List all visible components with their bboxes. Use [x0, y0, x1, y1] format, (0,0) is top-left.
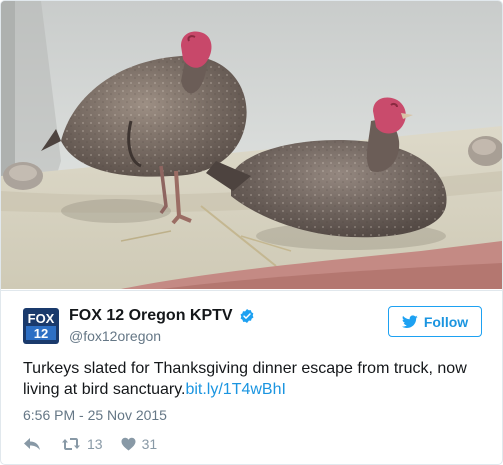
twitter-bird-icon — [401, 314, 418, 328]
tweet-timestamp[interactable]: 6:56 PM - 25 Nov 2015 — [23, 407, 167, 423]
verified-badge-icon — [240, 309, 254, 323]
retweet-icon — [62, 438, 80, 450]
follow-button[interactable]: Follow — [388, 306, 482, 337]
heart-icon — [121, 437, 136, 451]
logo-text-fox: FOX — [28, 311, 55, 326]
like-button[interactable]: 31 — [121, 436, 158, 452]
logo-text-12: 12 — [34, 326, 48, 341]
author-handle[interactable]: @fox12oregon — [69, 328, 161, 344]
tweet-photo[interactable] — [1, 1, 502, 289]
tweet-body: FOX 12 FOX 12 Oregon KPTV @fox12oregon F… — [1, 290, 502, 464]
retweet-button[interactable]: 13 — [61, 436, 103, 452]
embedded-tweet-card: FOX 12 FOX 12 Oregon KPTV @fox12oregon F… — [0, 0, 503, 465]
tweet-link[interactable]: bit.ly/1T4wBhI — [185, 381, 285, 398]
retweet-count: 13 — [87, 436, 103, 452]
tweet-actions: 13 31 — [23, 433, 157, 455]
tweet-text: Turkeys slated for Thanksgiving dinner e… — [23, 358, 483, 400]
follow-label: Follow — [423, 313, 469, 330]
author-name[interactable]: FOX 12 Oregon KPTV — [69, 307, 233, 325]
reply-button[interactable] — [23, 437, 41, 451]
reply-icon — [24, 438, 40, 450]
like-count: 31 — [141, 436, 158, 452]
fox-12-logo-avatar[interactable]: FOX 12 — [23, 308, 59, 344]
